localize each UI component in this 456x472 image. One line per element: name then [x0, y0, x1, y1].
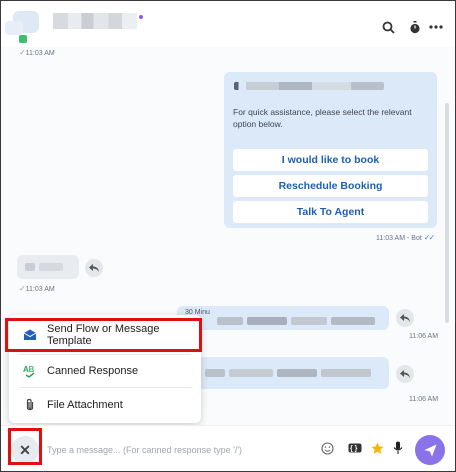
svg-text:{ }: { } — [350, 446, 358, 453]
highlight-annotation — [5, 318, 202, 352]
menu-item-file-attachment[interactable]: File Attachment — [9, 390, 201, 420]
chat-scrollbar[interactable] — [445, 103, 449, 323]
contact-name-redacted[interactable] — [53, 13, 137, 29]
message-composer: ✕ { } — [1, 425, 455, 471]
variable-icon[interactable]: { } — [347, 440, 363, 456]
menu-divider — [19, 354, 191, 355]
option-button-book[interactable]: I would like to book — [233, 149, 428, 171]
option-button-reschedule[interactable]: Reschedule Booking — [233, 175, 428, 197]
read-receipt-icon: ✓✓ — [423, 233, 435, 242]
channel-dot — [139, 15, 143, 19]
send-button[interactable] — [415, 435, 445, 465]
incoming-timestamp: ✓ 11:03 AM — [19, 284, 55, 293]
more-options-icon[interactable] — [427, 18, 445, 36]
incoming-message-bubble — [17, 255, 79, 279]
reply-icon[interactable] — [85, 259, 103, 277]
paperclip-icon — [23, 398, 37, 412]
highlight-annotation — [8, 428, 42, 465]
outgoing-message-bubble: 30 Minu — [177, 306, 389, 330]
message-input[interactable] — [45, 438, 319, 462]
contact-avatar[interactable] — [3, 7, 43, 47]
emoji-icon[interactable] — [319, 440, 335, 456]
canned-response-icon: AB — [23, 364, 37, 378]
bot-message-card: For quick assistance, please select the … — [224, 72, 437, 228]
outgoing-timestamp: 11:06 AM — [409, 333, 439, 340]
redacted-greeting — [234, 82, 384, 90]
option-button-talk-to-agent[interactable]: Talk To Agent — [233, 201, 428, 223]
menu-divider — [19, 387, 191, 388]
search-icon[interactable] — [379, 18, 397, 36]
reply-icon[interactable] — [396, 365, 414, 383]
chat-header — [1, 1, 455, 47]
outgoing-message-bubble — [197, 357, 389, 389]
menu-item-canned-response[interactable]: AB Canned Response — [9, 356, 201, 386]
bot-prompt-text: For quick assistance, please select the … — [233, 107, 412, 129]
send-icon — [424, 444, 436, 456]
chat-window: ✓ 11:03 AM For quick assistance, please … — [0, 0, 456, 472]
message-timestamp: ✓ 11:03 AM — [19, 48, 55, 57]
star-icon[interactable] — [369, 440, 385, 456]
online-status-indicator — [19, 35, 27, 43]
timer-icon[interactable] — [406, 18, 424, 36]
microphone-icon[interactable] — [390, 440, 406, 456]
reply-icon[interactable] — [396, 309, 414, 327]
bot-message-timestamp: 11:03 AM - Bot ✓✓ — [376, 233, 435, 242]
outgoing-timestamp: 11:06 AM — [409, 396, 439, 403]
